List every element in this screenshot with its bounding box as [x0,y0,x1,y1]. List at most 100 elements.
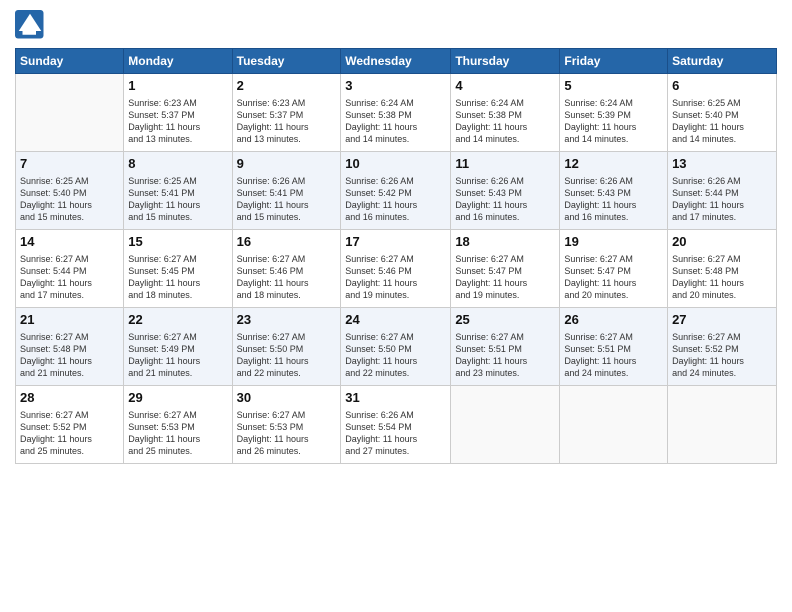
day-number: 12 [564,155,663,173]
day-number: 16 [237,233,337,251]
calendar-cell: 24 Sunrise: 6:27 AM Sunset: 5:50 PM Dayli… [341,308,451,386]
calendar-cell [16,74,124,152]
week-row-2: 7 Sunrise: 6:25 AM Sunset: 5:40 PM Daylig… [16,152,777,230]
calendar-cell: 31 Sunrise: 6:26 AM Sunset: 5:54 PM Dayli… [341,386,451,464]
calendar-cell [560,386,668,464]
weekday-wednesday: Wednesday [341,49,451,74]
calendar-cell [451,386,560,464]
calendar-cell: 2Sunrise: 6:23 AM Sunset: 5:37 PM Daylig… [232,74,341,152]
calendar-cell: 8 Sunrise: 6:25 AM Sunset: 5:41 PM Daylig… [124,152,232,230]
calendar-cell: 17 Sunrise: 6:27 AM Sunset: 5:46 PM Dayli… [341,230,451,308]
day-info: Sunrise: 6:27 AM Sunset: 5:47 PM Dayligh… [564,253,663,302]
day-number: 31 [345,389,446,407]
calendar-cell: 1 Sunrise: 6:23 AM Sunset: 5:37 PM Daylig… [124,74,232,152]
day-info: Sunrise: 6:27 AM Sunset: 5:50 PM Dayligh… [345,331,446,380]
week-row-5: 28Sunrise: 6:27 AM Sunset: 5:52 PM Dayli… [16,386,777,464]
calendar-cell: 22 Sunrise: 6:27 AM Sunset: 5:49 PM Dayli… [124,308,232,386]
day-number: 29 [128,389,227,407]
day-info: Sunrise: 6:24 AM Sunset: 5:38 PM Dayligh… [455,97,555,146]
day-info: Sunrise: 6:23 AM Sunset: 5:37 PM Dayligh… [128,97,227,146]
calendar-cell: 21 Sunrise: 6:27 AM Sunset: 5:48 PM Dayli… [16,308,124,386]
day-info: Sunrise: 6:26 AM Sunset: 5:54 PM Dayligh… [345,409,446,458]
day-info: Sunrise: 6:27 AM Sunset: 5:53 PM Dayligh… [237,409,337,458]
calendar-cell: 4 Sunrise: 6:24 AM Sunset: 5:38 PM Daylig… [451,74,560,152]
weekday-header-row: SundayMondayTuesdayWednesdayThursdayFrid… [16,49,777,74]
calendar-cell: 28Sunrise: 6:27 AM Sunset: 5:52 PM Dayli… [16,386,124,464]
page-header [15,10,777,40]
calendar-cell: 18 Sunrise: 6:27 AM Sunset: 5:47 PM Dayli… [451,230,560,308]
day-number: 8 [128,155,227,173]
day-info: Sunrise: 6:27 AM Sunset: 5:50 PM Dayligh… [237,331,337,380]
calendar-cell: 7 Sunrise: 6:25 AM Sunset: 5:40 PM Daylig… [16,152,124,230]
calendar-cell: 12Sunrise: 6:26 AM Sunset: 5:43 PM Dayli… [560,152,668,230]
day-number: 9 [237,155,337,173]
calendar-cell: 5 Sunrise: 6:24 AM Sunset: 5:39 PM Daylig… [560,74,668,152]
day-info: Sunrise: 6:27 AM Sunset: 5:49 PM Dayligh… [128,331,227,380]
day-number: 27 [672,311,772,329]
logo [15,10,49,40]
day-number: 30 [237,389,337,407]
day-info: Sunrise: 6:25 AM Sunset: 5:40 PM Dayligh… [20,175,119,224]
calendar-cell: 29 Sunrise: 6:27 AM Sunset: 5:53 PM Dayli… [124,386,232,464]
day-number: 4 [455,77,555,95]
day-info: Sunrise: 6:23 AM Sunset: 5:37 PM Dayligh… [237,97,337,146]
calendar-cell: 9 Sunrise: 6:26 AM Sunset: 5:41 PM Daylig… [232,152,341,230]
day-number: 26 [564,311,663,329]
day-number: 3 [345,77,446,95]
week-row-4: 21 Sunrise: 6:27 AM Sunset: 5:48 PM Dayli… [16,308,777,386]
day-number: 18 [455,233,555,251]
day-info: Sunrise: 6:27 AM Sunset: 5:46 PM Dayligh… [345,253,446,302]
day-number: 11 [455,155,555,173]
day-number: 17 [345,233,446,251]
day-number: 23 [237,311,337,329]
day-number: 19 [564,233,663,251]
calendar-cell: 15Sunrise: 6:27 AM Sunset: 5:45 PM Dayli… [124,230,232,308]
day-number: 6 [672,77,772,95]
day-number: 10 [345,155,446,173]
day-number: 20 [672,233,772,251]
calendar-cell: 16Sunrise: 6:27 AM Sunset: 5:46 PM Dayli… [232,230,341,308]
day-info: Sunrise: 6:24 AM Sunset: 5:39 PM Dayligh… [564,97,663,146]
weekday-thursday: Thursday [451,49,560,74]
day-number: 22 [128,311,227,329]
day-info: Sunrise: 6:26 AM Sunset: 5:43 PM Dayligh… [455,175,555,224]
calendar-cell: 23 Sunrise: 6:27 AM Sunset: 5:50 PM Dayli… [232,308,341,386]
weekday-monday: Monday [124,49,232,74]
day-info: Sunrise: 6:27 AM Sunset: 5:47 PM Dayligh… [455,253,555,302]
calendar-cell: 6Sunrise: 6:25 AM Sunset: 5:40 PM Daylig… [668,74,777,152]
day-info: Sunrise: 6:26 AM Sunset: 5:44 PM Dayligh… [672,175,772,224]
day-info: Sunrise: 6:27 AM Sunset: 5:48 PM Dayligh… [20,331,119,380]
calendar-cell: 20 Sunrise: 6:27 AM Sunset: 5:48 PM Dayli… [668,230,777,308]
day-number: 13 [672,155,772,173]
day-info: Sunrise: 6:27 AM Sunset: 5:45 PM Dayligh… [128,253,227,302]
day-info: Sunrise: 6:27 AM Sunset: 5:52 PM Dayligh… [20,409,119,458]
day-info: Sunrise: 6:27 AM Sunset: 5:51 PM Dayligh… [564,331,663,380]
calendar-cell: 3 Sunrise: 6:24 AM Sunset: 5:38 PM Daylig… [341,74,451,152]
day-number: 21 [20,311,119,329]
calendar-cell: 26 Sunrise: 6:27 AM Sunset: 5:51 PM Dayli… [560,308,668,386]
calendar-cell: 30 Sunrise: 6:27 AM Sunset: 5:53 PM Dayli… [232,386,341,464]
day-info: Sunrise: 6:26 AM Sunset: 5:41 PM Dayligh… [237,175,337,224]
day-number: 25 [455,311,555,329]
day-number: 14 [20,233,119,251]
weekday-friday: Friday [560,49,668,74]
day-info: Sunrise: 6:27 AM Sunset: 5:51 PM Dayligh… [455,331,555,380]
weekday-saturday: Saturday [668,49,777,74]
calendar-cell: 14Sunrise: 6:27 AM Sunset: 5:44 PM Dayli… [16,230,124,308]
day-info: Sunrise: 6:24 AM Sunset: 5:38 PM Dayligh… [345,97,446,146]
day-number: 1 [128,77,227,95]
logo-icon [15,10,45,40]
calendar-cell: 10 Sunrise: 6:26 AM Sunset: 5:42 PM Dayli… [341,152,451,230]
day-number: 5 [564,77,663,95]
week-row-1: 1 Sunrise: 6:23 AM Sunset: 5:37 PM Daylig… [16,74,777,152]
day-number: 7 [20,155,119,173]
day-info: Sunrise: 6:27 AM Sunset: 5:53 PM Dayligh… [128,409,227,458]
calendar-cell: 27Sunrise: 6:27 AM Sunset: 5:52 PM Dayli… [668,308,777,386]
calendar-table: SundayMondayTuesdayWednesdayThursdayFrid… [15,48,777,464]
day-number: 24 [345,311,446,329]
day-info: Sunrise: 6:27 AM Sunset: 5:48 PM Dayligh… [672,253,772,302]
week-row-3: 14Sunrise: 6:27 AM Sunset: 5:44 PM Dayli… [16,230,777,308]
calendar-cell [668,386,777,464]
day-info: Sunrise: 6:25 AM Sunset: 5:41 PM Dayligh… [128,175,227,224]
day-info: Sunrise: 6:26 AM Sunset: 5:42 PM Dayligh… [345,175,446,224]
